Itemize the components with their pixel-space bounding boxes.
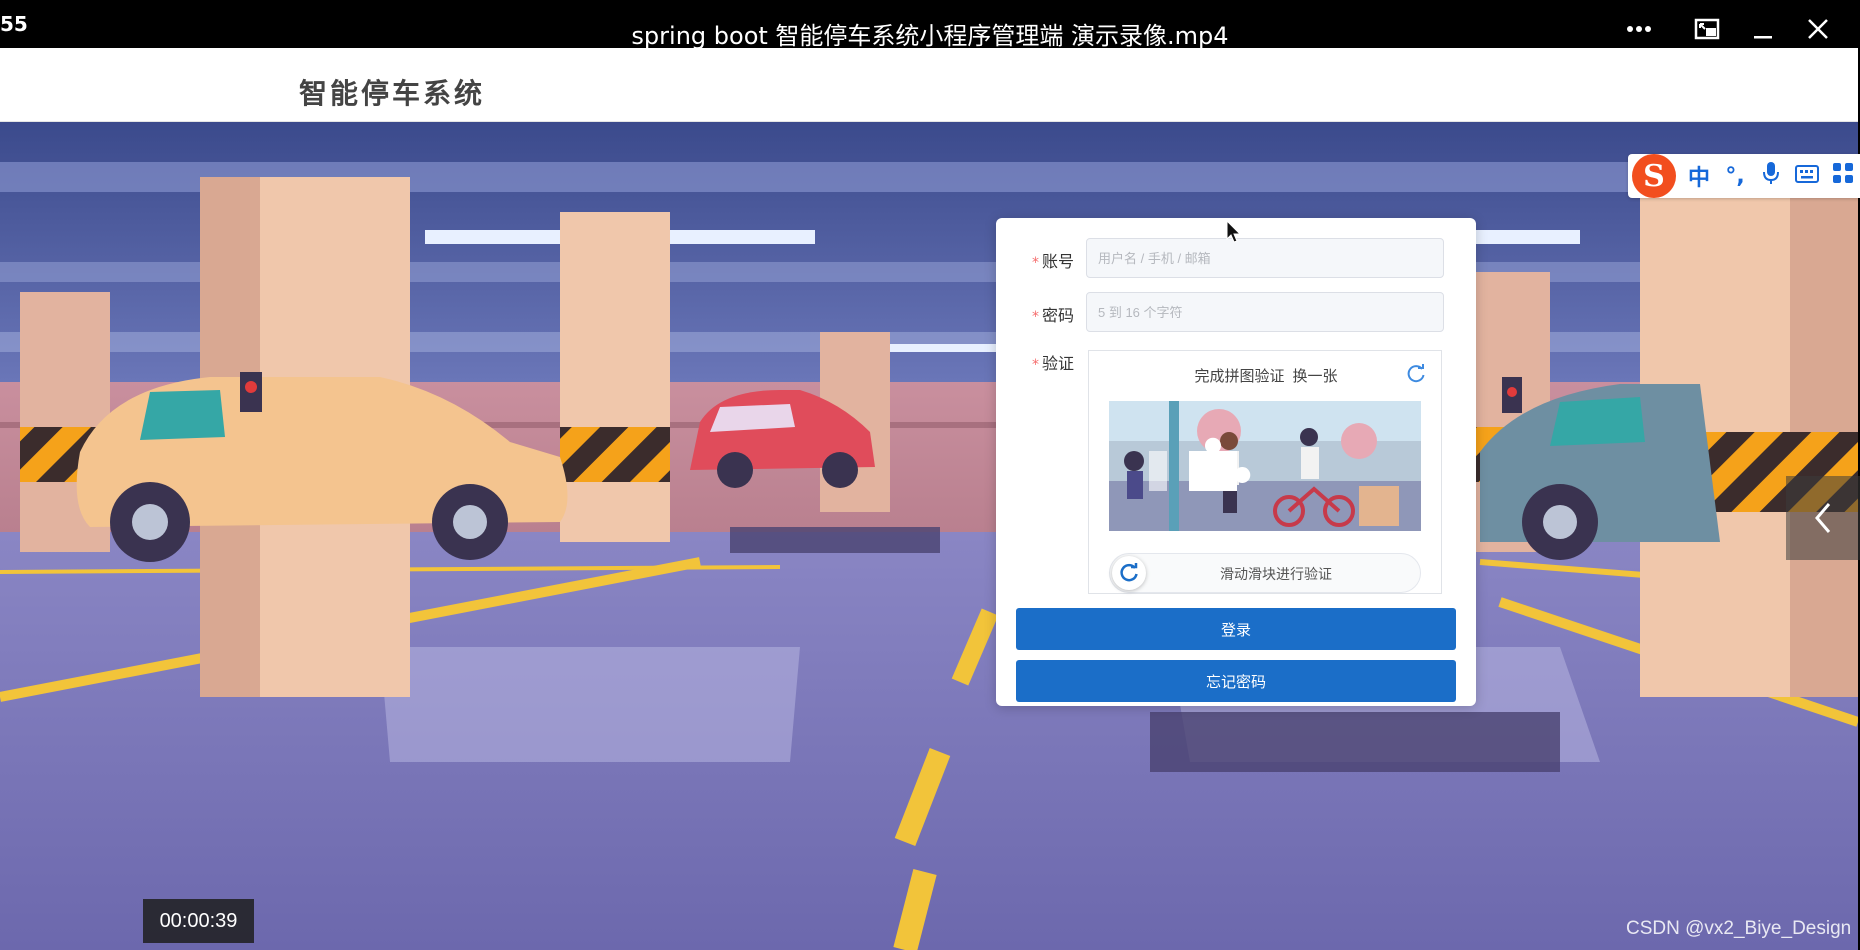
forgot-password-button[interactable]: 忘记密码 — [1016, 660, 1456, 702]
microphone-icon[interactable] — [1758, 161, 1784, 191]
chevron-left-icon — [1815, 503, 1831, 533]
site-header: 智能停车系统 — [0, 48, 1858, 122]
site-title: 智能停车系统 — [299, 77, 486, 110]
captcha-puzzle-image — [1109, 401, 1421, 531]
sidebar-expand-button[interactable] — [1786, 476, 1860, 560]
verify-label-text: 验证 — [1042, 354, 1075, 373]
captcha-slider-track[interactable]: 滑动滑块进行验证 — [1109, 553, 1421, 593]
refresh-icon[interactable] — [1405, 363, 1427, 385]
verify-label: * 验证 — [1032, 354, 1075, 373]
ime-toolbar: S 中 °, — [1628, 154, 1860, 198]
close-icon[interactable] — [1797, 8, 1839, 50]
captcha-swap-link[interactable]: 换一张 — [1293, 367, 1338, 385]
parking-garage-background — [0, 122, 1858, 950]
player-title: spring boot 智能停车系统小程序管理端 演示录像.mp4 — [631, 22, 1229, 50]
keyboard-icon[interactable] — [1794, 164, 1820, 189]
ime-logo[interactable]: S — [1632, 154, 1676, 198]
ime-chinese-mode[interactable]: 中 — [1686, 160, 1712, 192]
account-label-text: 账号 — [1042, 252, 1075, 271]
captcha-title: 完成拼图验证 — [1194, 367, 1285, 385]
captcha-widget: 完成拼图验证 换一张 滑动滑块进行验证 — [1088, 350, 1442, 594]
mouse-cursor-icon — [1226, 219, 1242, 248]
minimize-icon[interactable] — [1742, 8, 1784, 50]
player-titlebar: 55 spring boot 智能停车系统小程序管理端 演示录像.mp4 — [0, 0, 1860, 50]
password-input[interactable] — [1086, 292, 1444, 332]
login-panel: *账号 *密码 *验证 完成拼图验证换一张 — [996, 218, 1476, 706]
playback-timecode: 00:00:39 — [143, 899, 254, 943]
ime-punctuation[interactable]: °, — [1722, 164, 1748, 189]
more-icon[interactable] — [1618, 8, 1660, 50]
grid-menu-icon[interactable] — [1830, 162, 1856, 190]
csdn-watermark: CSDN @vx2_Biye_Design — [1626, 918, 1852, 939]
password-label-text: 密码 — [1042, 306, 1075, 325]
login-button[interactable]: 登录 — [1016, 608, 1456, 650]
captcha-header: 完成拼图验证 换一张 — [1089, 365, 1443, 386]
account-label: * 账号 — [1032, 252, 1075, 271]
account-input[interactable] — [1086, 238, 1444, 278]
picture-in-picture-icon[interactable] — [1686, 8, 1728, 50]
password-label: * 密码 — [1032, 306, 1075, 325]
slider-hint-text: 滑动滑块进行验证 — [1220, 567, 1332, 583]
